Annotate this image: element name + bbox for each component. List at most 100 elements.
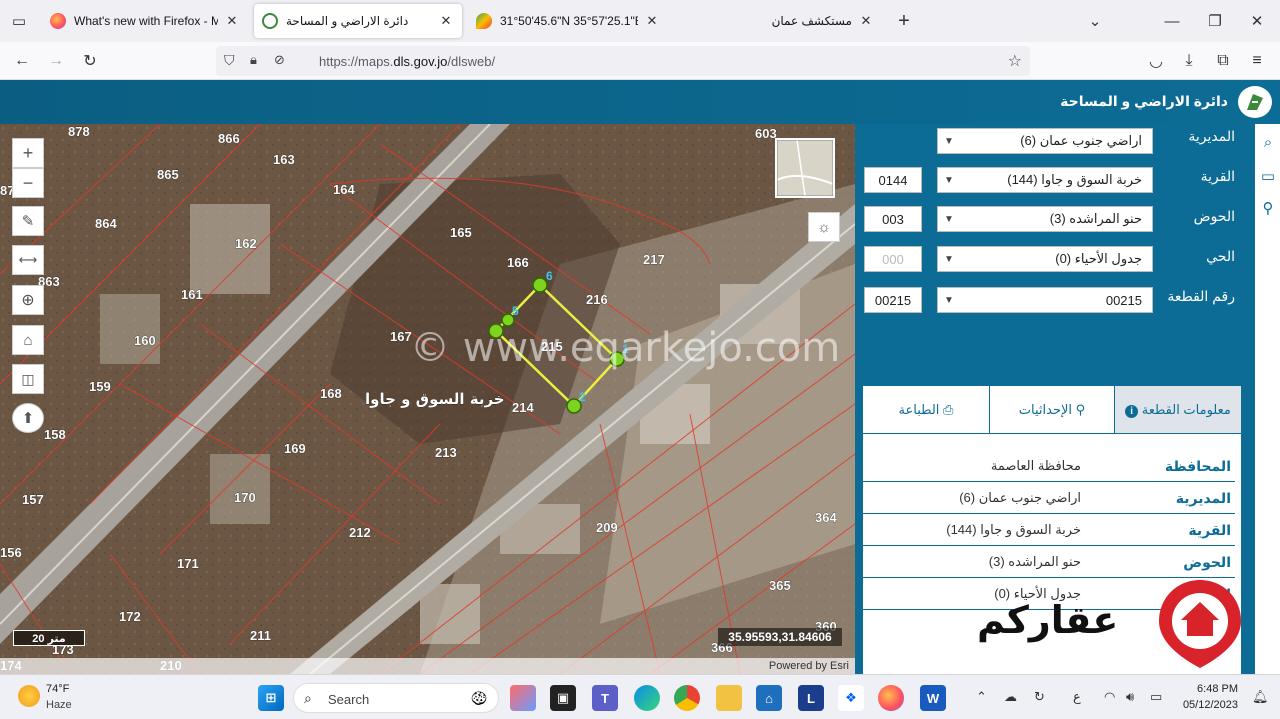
close-window-button[interactable]: ✕ [1244,8,1270,34]
tab-google-maps[interactable]: 31°50'45.6"N 35°57'25.1"E خرائط ✕ [468,4,668,38]
tab-amman-explorer[interactable]: مستكشف عمان ✕ [676,4,882,38]
pocket-icon[interactable]: ◡ [1143,48,1169,74]
info-row: القرية خربة السوق و جاوا (144) [863,514,1235,546]
back-button[interactable]: ← [9,48,35,74]
permissions-icon[interactable]: ⊘ [274,52,285,68]
location-pin-icon[interactable]: ⚲ [1258,198,1278,218]
layers-icon[interactable]: ◫ [12,364,44,394]
browser-tab-bar: ▭ What's new with Firefox - More ✕ دائرة… [0,0,1280,42]
draw-icon[interactable]: ✎ [12,206,44,236]
info-key: المديرية [1175,490,1231,506]
tab-list-icon[interactable]: ▭ [6,8,32,34]
map-view[interactable]: 878 866 163 865 164 87 864 162 165 166 2… [0,124,855,674]
store-icon[interactable]: ⌂ [756,685,782,711]
search-highlight-icon: 🍪︎ [470,690,488,706]
edge-icon[interactable] [634,685,660,711]
bookmark-star-icon[interactable]: ☆ [1008,51,1022,71]
district-select[interactable]: ▼ جدول الأحياء (0) [937,246,1153,272]
forward-button[interactable]: → [43,48,69,74]
compass-icon[interactable]: ⬆ [12,403,44,433]
close-tab-icon[interactable]: ✕ [644,13,660,29]
tab-print[interactable]: الطباعة ⎙ [863,386,989,434]
tab-label: الطباعة [898,401,940,417]
close-tab-icon[interactable]: ✕ [438,13,454,29]
file-explorer-icon[interactable] [716,685,742,711]
weather-icon[interactable] [18,685,40,707]
tab-parcel-info[interactable]: i معلومات القطعة [1115,386,1241,434]
task-view-icon[interactable]: ▣ [550,685,576,711]
chevron-up-icon[interactable]: ⌃ [976,689,987,705]
clock-date[interactable]: 05/12/2023 [1183,699,1238,711]
menu-icon[interactable]: ≡ [1244,48,1270,74]
overview-map[interactable] [775,138,835,198]
info-icon: i [1125,404,1139,418]
village-value: خربة السوق و جاوا (144) [1007,172,1142,187]
search-placeholder: Search [328,692,370,707]
village-select[interactable]: ▼ خربة السوق و جاوا (144) [937,167,1153,193]
maximize-button[interactable]: ❐ [1202,8,1228,34]
directorate-select[interactable]: ▼ اراضي جنوب عمان (6) [937,128,1153,154]
info-value: حنو المراشده (3) [988,554,1081,569]
app-title: دائرة الاراضي و المساحة [1060,93,1228,109]
language-indicator[interactable]: ع [1073,689,1081,705]
parcel-select[interactable]: ▼ 00215 [937,287,1153,313]
printer-icon: ⎙ [943,401,954,417]
close-tab-icon[interactable]: ✕ [224,13,240,29]
tab-dls[interactable]: دائرة الاراضي و المساحة ✕ [254,4,462,38]
clock-time[interactable]: 6:48 PM [1197,683,1238,695]
taskbar-search[interactable]: ⌕ Search 🍪︎ [293,683,499,713]
battery-icon[interactable]: ▭ [1150,689,1162,705]
shield-icon[interactable]: ⛉ [224,52,235,69]
info-row: المديرية اراضي جنوب عمان (6) [863,482,1235,514]
district-label: الحي [1206,248,1235,264]
dropbox-icon[interactable]: ❖ [838,685,864,711]
brand-logo-icon [1159,580,1241,668]
volume-icon[interactable]: 🔊︎ [1126,689,1134,705]
cloud-icon[interactable]: ☁ [1004,689,1017,705]
copilot-icon[interactable] [510,685,536,711]
windows-start-icon[interactable]: ⊞ [258,685,284,711]
firefox-icon[interactable] [878,685,904,711]
extensions-icon[interactable]: ⧉ [1210,48,1236,74]
village-code-input[interactable]: 0144 [864,167,922,193]
satellite-map[interactable] [0,124,855,674]
basin-value: حنو المراشده (3) [1049,211,1142,226]
close-tab-icon[interactable]: ✕ [858,13,874,29]
tab-label: مستكشف عمان [771,14,852,28]
measure-icon[interactable]: ⟷ [12,245,44,275]
tab-firefox-news[interactable]: What's new with Firefox - More ✕ [42,4,248,38]
weather-status[interactable]: Haze [46,699,72,711]
url-bar[interactable]: ⛉ 🔒︎ ⊘ https://maps.dls.gov.jo/dlsweb/ ☆ [216,46,1030,76]
downloads-icon[interactable]: ⤓ [1176,48,1202,74]
app-l-icon[interactable]: L [798,685,824,711]
parcel-code-input[interactable]: 00215 [864,287,922,313]
basemap-toggle-icon[interactable]: ☼ [808,212,840,242]
weather-temperature[interactable]: 74°F [46,683,69,695]
lock-icon[interactable]: 🔒︎ [250,52,257,68]
locate-icon[interactable]: ⊕ [12,285,44,315]
sync-icon[interactable]: ↻ [1034,689,1045,705]
url-text[interactable]: https://maps.dls.gov.jo/dlsweb/ [319,54,495,69]
wifi-icon[interactable]: ◠ [1104,689,1115,705]
notification-bell-icon[interactable]: 🔔︎ [1252,689,1269,705]
home-icon[interactable]: ⌂ [12,325,44,355]
dropdown-arrow-icon: ▼ [944,295,954,306]
district-code-input[interactable]: 000 [864,246,922,272]
basin-code-input[interactable]: 003 [864,206,922,232]
word-icon[interactable]: W [920,685,946,711]
layers-panel-icon[interactable]: ▭ [1258,166,1278,186]
info-row: الحوض حنو المراشده (3) [863,546,1235,578]
teams-icon[interactable]: T [592,685,618,711]
reload-button[interactable]: ↻ [77,48,103,74]
chevron-down-icon[interactable]: ⌄ [1082,8,1108,34]
zoom-out-button[interactable]: − [12,168,44,198]
brand-watermark: عقاركم [977,600,1119,642]
basin-select[interactable]: ▼ حنو المراشده (3) [937,206,1153,232]
info-key: المحافظة [1164,458,1231,474]
new-tab-button[interactable]: + [891,8,917,34]
minimize-button[interactable]: — [1159,8,1185,34]
search-icon[interactable]: ⌕ [1258,132,1278,152]
chrome-icon[interactable] [674,685,700,711]
tab-coordinates[interactable]: الإحداثيات ⚲ [989,386,1115,434]
zoom-in-button[interactable]: + [12,138,44,168]
